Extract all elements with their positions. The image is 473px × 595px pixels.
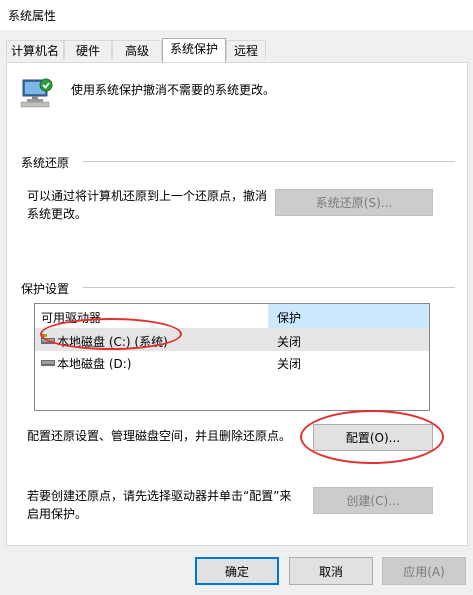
drive-name: 本地磁盘 (D:): [57, 357, 132, 371]
create-desc-line1: 若要创建还原点，请先选择驱动器并单击“配置”来: [27, 489, 292, 503]
protection-divider: [83, 287, 455, 288]
tab-computer-name[interactable]: 计算机名: [6, 40, 64, 60]
drive-icon: [41, 356, 55, 371]
drive-list-header: 可用驱动器 保护: [35, 304, 429, 329]
create-desc-line2: 启用保护。: [27, 507, 88, 521]
system-restore-button[interactable]: 系统还原(S)...: [275, 189, 433, 216]
system-protection-icon: [19, 75, 55, 111]
system-drive-icon: [41, 334, 55, 349]
table-row[interactable]: 本地磁盘 (D:) 关闭: [35, 351, 429, 373]
restore-desc-line1: 可以通过将计算机还原到上一个还原点，撤消: [27, 189, 268, 203]
tab-hardware[interactable]: 硬件: [64, 40, 112, 60]
tab-remote[interactable]: 远程: [226, 40, 266, 60]
tab-system-protection[interactable]: 系统保护: [162, 38, 226, 62]
drive-list[interactable]: 可用驱动器 保护 本地磁盘 (C:) (系统) 关闭 本地磁盘 (D:) 关闭: [34, 303, 430, 411]
configure-desc: 配置还原设置、管理磁盘空间，并且删除还原点。: [27, 429, 292, 443]
drive-status: 关闭: [277, 335, 302, 349]
cancel-button[interactable]: 取消: [289, 557, 373, 585]
ok-button[interactable]: 确定: [195, 557, 279, 585]
apply-button[interactable]: 应用(A): [382, 557, 466, 585]
restore-divider: [83, 161, 455, 162]
window-title: 系统属性: [8, 9, 57, 23]
tab-advanced[interactable]: 高级: [112, 40, 162, 60]
table-row[interactable]: 本地磁盘 (C:) (系统) 关闭: [35, 329, 429, 351]
column-divider[interactable]: [268, 304, 269, 328]
restore-desc-line2: 系统更改。: [27, 207, 88, 221]
configure-button[interactable]: 配置(O)...: [313, 424, 433, 451]
header-text: 使用系统保护撤消不需要的系统更改。: [71, 83, 276, 97]
drive-name: 本地磁盘 (C:) (系统): [57, 335, 168, 349]
title-bar: 系统属性: [0, 0, 473, 30]
column-header-protection[interactable]: 保护: [277, 309, 301, 326]
system-protection-panel: 使用系统保护撤消不需要的系统更改。 系统还原 可以通过将计算机还原到上一个还原点…: [6, 62, 468, 546]
restore-section-title: 系统还原: [21, 156, 70, 170]
drive-status: 关闭: [277, 357, 302, 371]
create-button[interactable]: 创建(C)...: [313, 487, 433, 514]
column-header-drives[interactable]: 可用驱动器: [41, 309, 101, 326]
protection-section-title: 保护设置: [21, 282, 70, 296]
